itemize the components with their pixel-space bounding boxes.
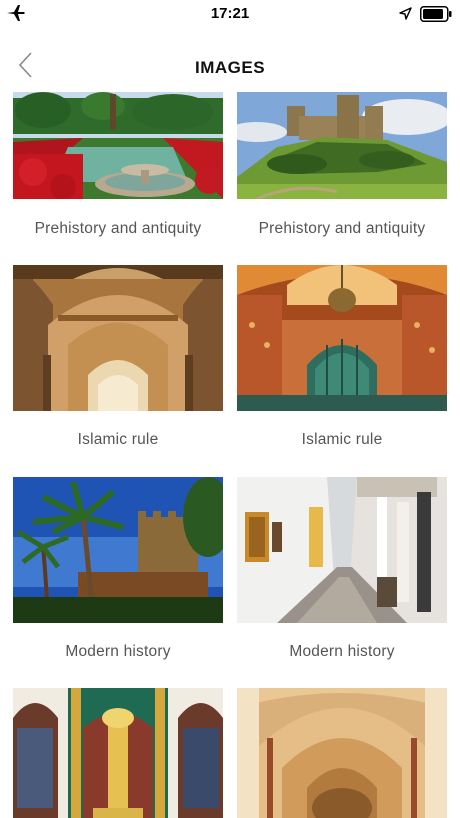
gallery-image-street xyxy=(237,477,447,623)
status-bar: 17:21 xyxy=(0,0,460,28)
nav-header: IMAGES xyxy=(0,42,460,88)
gallery-caption: Prehistory and antiquity xyxy=(258,220,426,237)
gallery-caption: Islamic rule xyxy=(301,431,383,448)
gallery-image-castle xyxy=(237,92,447,238)
gallery-caption: Modern history xyxy=(289,643,395,660)
gallery-card[interactable]: Islamic rule xyxy=(13,265,223,448)
battery-icon xyxy=(420,6,453,27)
gallery-image-arches xyxy=(13,265,223,411)
gallery-card[interactable]: Islamic rule xyxy=(237,265,447,448)
page-title: IMAGES xyxy=(194,58,266,77)
gallery-caption: Modern history xyxy=(65,643,171,660)
gallery-card[interactable] xyxy=(13,688,223,818)
gallery-caption: Islamic rule xyxy=(77,431,159,448)
gallery-card[interactable]: Modern history xyxy=(237,477,447,660)
gallery-card[interactable]: Prehistory and antiquity xyxy=(13,92,223,238)
gallery-image-palms xyxy=(13,477,223,623)
gallery-card[interactable]: Prehistory and antiquity xyxy=(237,92,447,238)
gallery-card[interactable]: Modern history xyxy=(13,477,223,660)
status-time: 17:21 xyxy=(210,5,250,22)
image-gallery: Prehistory and antiquity Prehistory and … xyxy=(0,92,460,818)
location-arrow-icon xyxy=(399,7,412,25)
gallery-image-mihrab xyxy=(237,265,447,411)
gallery-card[interactable] xyxy=(237,688,447,818)
gallery-image-altar xyxy=(13,688,223,818)
gallery-image-nave xyxy=(237,688,447,818)
gallery-caption: Prehistory and antiquity xyxy=(34,220,202,237)
gallery-image-garden xyxy=(13,92,223,238)
